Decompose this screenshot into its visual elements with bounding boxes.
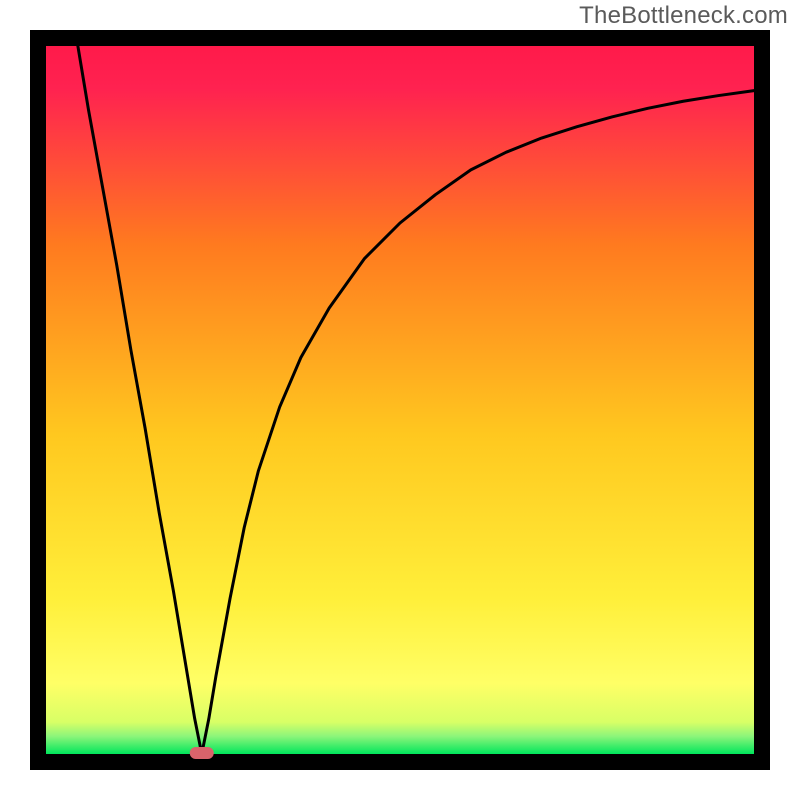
watermark-text: TheBottleneck.com (579, 2, 788, 30)
bottleneck-chart (0, 0, 800, 800)
chart-container: TheBottleneck.com (0, 0, 800, 800)
optimal-marker (190, 747, 214, 759)
plot-background (46, 46, 754, 754)
